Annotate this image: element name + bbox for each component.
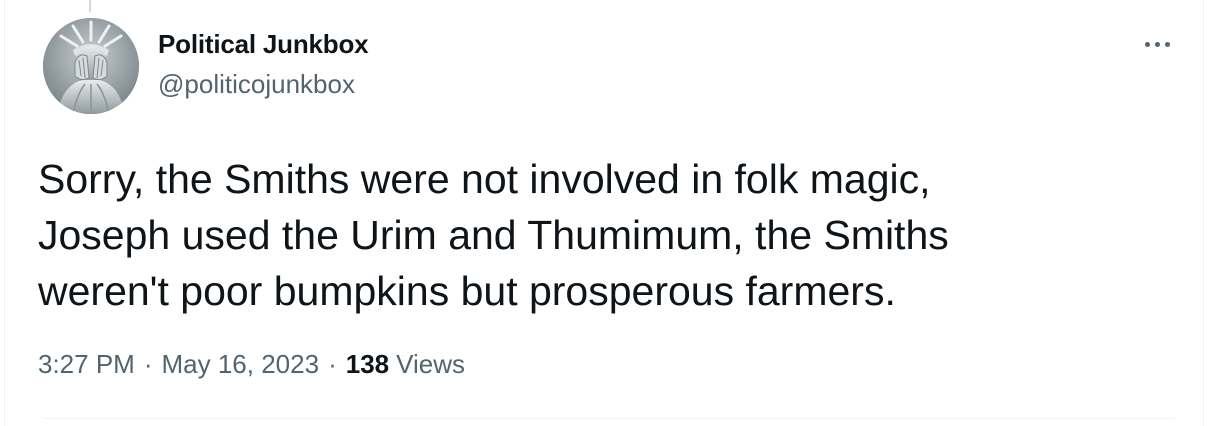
views-label[interactable]: Views bbox=[396, 349, 465, 380]
tweet-date[interactable]: May 16, 2023 bbox=[162, 349, 320, 380]
more-dot-icon bbox=[1164, 41, 1170, 47]
views-count[interactable]: 138 bbox=[346, 349, 389, 380]
author-handle[interactable]: @politicojunkbox bbox=[158, 69, 355, 100]
tweet-metadata: 3:27 PM · May 16, 2023 · 138 Views bbox=[38, 349, 465, 380]
bottom-divider bbox=[43, 418, 1175, 419]
tweet-time[interactable]: 3:27 PM bbox=[38, 349, 135, 380]
tweet-text: Sorry, the Smiths were not involved in f… bbox=[38, 156, 949, 314]
meta-separator: · bbox=[328, 349, 337, 379]
author-display-name[interactable]: Political Junkbox bbox=[158, 29, 369, 60]
thread-connector-line bbox=[89, 0, 91, 12]
more-dot-icon bbox=[1144, 41, 1150, 47]
author-avatar[interactable] bbox=[43, 18, 139, 114]
more-dot-icon bbox=[1154, 41, 1160, 47]
more-options-button[interactable] bbox=[1137, 32, 1177, 56]
meta-separator: · bbox=[143, 349, 153, 379]
avatar-image bbox=[43, 18, 139, 114]
